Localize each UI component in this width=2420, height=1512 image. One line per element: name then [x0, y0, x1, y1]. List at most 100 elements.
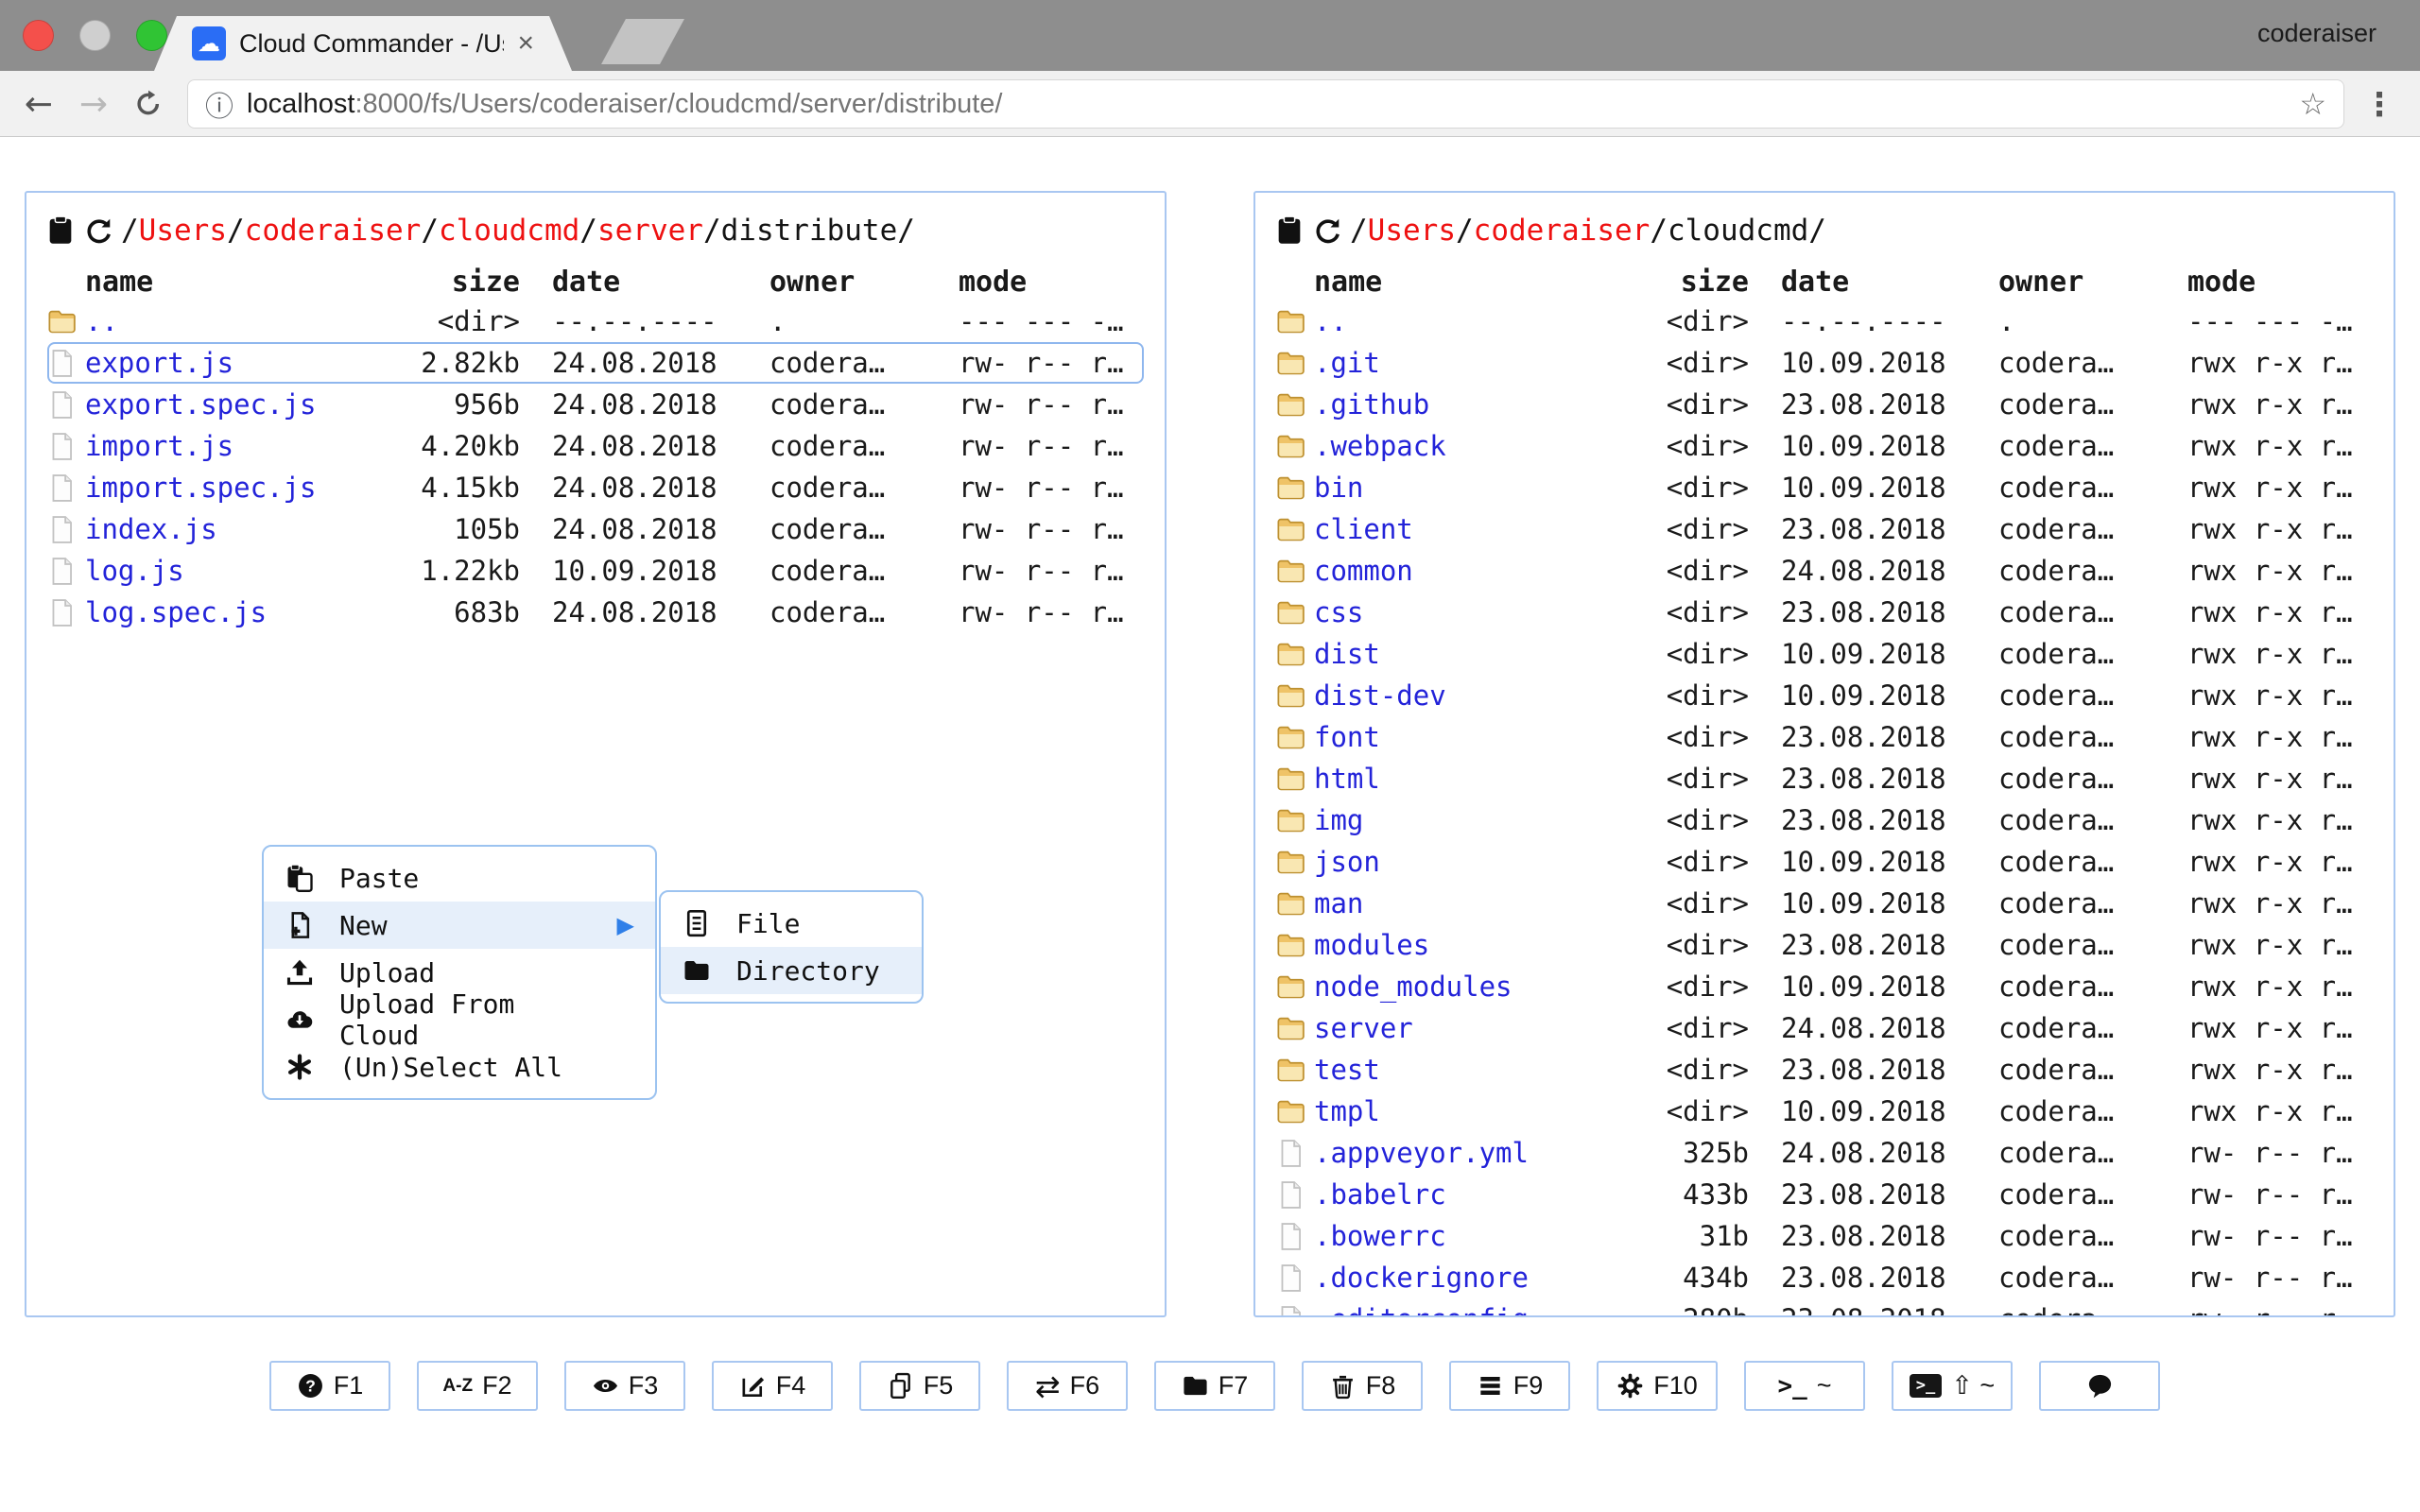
file-name-link[interactable]: client: [1314, 513, 1626, 545]
menu-item-paste[interactable]: Paste: [264, 854, 655, 902]
folder-row[interactable]: .git <dir> 10.09.2018 codera… rwx r-x r…: [1276, 342, 2373, 384]
menu-item-new[interactable]: New ▶: [264, 902, 655, 949]
folder-row[interactable]: node_modules <dir> 10.09.2018 codera… rw…: [1276, 966, 2373, 1007]
button-console-icon[interactable]: >_ ~: [1744, 1361, 1865, 1411]
path-segment[interactable]: server: [597, 214, 703, 248]
file-name-link[interactable]: css: [1314, 596, 1626, 628]
button-chat-icon[interactable]: [2039, 1361, 2160, 1411]
file-name-link[interactable]: modules: [1314, 929, 1626, 961]
folder-row[interactable]: css <dir> 23.08.2018 codera… rwx r-x r…: [1276, 592, 2373, 633]
folder-row[interactable]: .github <dir> 23.08.2018 codera… rwx r-x…: [1276, 384, 2373, 425]
file-name-link[interactable]: export.js: [85, 347, 397, 379]
button-f6[interactable]: ⇄ F6: [1007, 1361, 1128, 1411]
button-f9[interactable]: F9: [1449, 1361, 1570, 1411]
folder-row[interactable]: dist <dir> 10.09.2018 codera… rwx r-x r…: [1276, 633, 2373, 675]
file-name-link[interactable]: .github: [1314, 388, 1626, 421]
file-name-link[interactable]: test: [1314, 1054, 1626, 1086]
file-name-link[interactable]: json: [1314, 846, 1626, 878]
file-name-link[interactable]: server: [1314, 1012, 1626, 1044]
file-name-link[interactable]: ..: [1314, 305, 1626, 337]
file-row[interactable]: .editorconfig 280b 23.08.2018 codera… rw…: [1276, 1298, 2373, 1317]
menu-item-upload-from-cloud[interactable]: Upload From Cloud: [264, 996, 655, 1043]
button-f4[interactable]: F4: [712, 1361, 833, 1411]
folder-row[interactable]: client <dir> 23.08.2018 codera… rwx r-x …: [1276, 508, 2373, 550]
path-segment[interactable]: Users: [1368, 214, 1456, 248]
folder-row[interactable]: img <dir> 23.08.2018 codera… rwx r-x r…: [1276, 799, 2373, 841]
clipboard-icon[interactable]: [1274, 215, 1305, 246]
file-name-link[interactable]: .babelrc: [1314, 1178, 1626, 1211]
refresh-icon[interactable]: [1312, 215, 1342, 246]
file-name-link[interactable]: node_modules: [1314, 971, 1626, 1003]
file-row[interactable]: export.js 2.82kb 24.08.2018 codera… rw- …: [47, 342, 1144, 384]
tab-close-button[interactable]: ×: [517, 27, 534, 60]
file-row[interactable]: import.spec.js 4.15kb 24.08.2018 codera……: [47, 467, 1144, 508]
folder-row[interactable]: html <dir> 23.08.2018 codera… rwx r-x r…: [1276, 758, 2373, 799]
path-segment[interactable]: Users: [139, 214, 227, 248]
button-f8[interactable]: F8: [1302, 1361, 1423, 1411]
file-row[interactable]: .babelrc 433b 23.08.2018 codera… rw- r--…: [1276, 1174, 2373, 1215]
file-name-link[interactable]: .bowerrc: [1314, 1220, 1626, 1252]
file-name-link[interactable]: font: [1314, 721, 1626, 753]
new-tab-button[interactable]: [601, 19, 684, 64]
file-name-link[interactable]: img: [1314, 804, 1626, 836]
button-f1[interactable]: ? F1: [269, 1361, 390, 1411]
folder-row[interactable]: man <dir> 10.09.2018 codera… rwx r-x r…: [1276, 883, 2373, 924]
file-name-link[interactable]: log.spec.js: [85, 596, 397, 628]
info-icon[interactable]: ⓘ: [205, 83, 233, 125]
file-row[interactable]: import.js 4.20kb 24.08.2018 codera… rw- …: [47, 425, 1144, 467]
reload-icon[interactable]: [129, 84, 168, 124]
file-name-link[interactable]: man: [1314, 887, 1626, 919]
file-name-link[interactable]: export.spec.js: [85, 388, 397, 421]
file-name-link[interactable]: dist: [1314, 638, 1626, 670]
folder-row[interactable]: common <dir> 24.08.2018 codera… rwx r-x …: [1276, 550, 2373, 592]
browser-tab[interactable]: ☁ Cloud Commander - /Users/co ×: [154, 16, 572, 71]
forward-icon[interactable]: →: [74, 84, 113, 124]
file-name-link[interactable]: tmpl: [1314, 1095, 1626, 1127]
folder-row[interactable]: server <dir> 24.08.2018 codera… rwx r-x …: [1276, 1007, 2373, 1049]
file-row[interactable]: .dockerignore 434b 23.08.2018 codera… rw…: [1276, 1257, 2373, 1298]
close-window-button[interactable]: [23, 20, 54, 51]
folder-row[interactable]: font <dir> 23.08.2018 codera… rwx r-x r…: [1276, 716, 2373, 758]
file-name-link[interactable]: ..: [85, 305, 397, 337]
folder-row[interactable]: bin <dir> 10.09.2018 codera… rwx r-x r…: [1276, 467, 2373, 508]
file-row[interactable]: export.spec.js 956b 24.08.2018 codera… r…: [47, 384, 1144, 425]
file-name-link[interactable]: log.js: [85, 555, 397, 587]
profile-name[interactable]: coderaiser: [2257, 19, 2377, 48]
file-row[interactable]: log.spec.js 683b 24.08.2018 codera… rw- …: [47, 592, 1144, 633]
file-row[interactable]: log.js 1.22kb 10.09.2018 codera… rw- r--…: [47, 550, 1144, 592]
file-name-link[interactable]: .editorconfig: [1314, 1303, 1626, 1317]
path-segment[interactable]: cloudcmd: [439, 214, 579, 248]
path-segment[interactable]: coderaiser: [245, 214, 422, 248]
menu-item-directory[interactable]: Directory: [661, 947, 922, 994]
folder-row[interactable]: test <dir> 23.08.2018 codera… rwx r-x r…: [1276, 1049, 2373, 1091]
browser-menu-icon[interactable]: ⋮: [2363, 86, 2395, 124]
folder-row[interactable]: modules <dir> 23.08.2018 codera… rwx r-x…: [1276, 924, 2373, 966]
file-name-link[interactable]: .dockerignore: [1314, 1262, 1626, 1294]
button-f3[interactable]: F3: [564, 1361, 685, 1411]
button-f2[interactable]: A-Z F2: [417, 1361, 538, 1411]
folder-row[interactable]: dist-dev <dir> 10.09.2018 codera… rwx r-…: [1276, 675, 2373, 716]
file-name-link[interactable]: index.js: [85, 513, 397, 545]
button-f5[interactable]: F5: [859, 1361, 980, 1411]
file-name-link[interactable]: common: [1314, 555, 1626, 587]
button-terminal-icon[interactable]: >_ ⇧ ~: [1892, 1361, 2013, 1411]
refresh-icon[interactable]: [83, 215, 113, 246]
bookmark-star-icon[interactable]: ☆: [2299, 86, 2326, 122]
file-name-link[interactable]: import.js: [85, 430, 397, 462]
file-row[interactable]: .appveyor.yml 325b 24.08.2018 codera… rw…: [1276, 1132, 2373, 1174]
folder-row[interactable]: json <dir> 10.09.2018 codera… rwx r-x r…: [1276, 841, 2373, 883]
file-row[interactable]: .bowerrc 31b 23.08.2018 codera… rw- r-- …: [1276, 1215, 2373, 1257]
file-name-link[interactable]: html: [1314, 763, 1626, 795]
folder-row[interactable]: .webpack <dir> 10.09.2018 codera… rwx r-…: [1276, 425, 2373, 467]
button-f10[interactable]: F10: [1597, 1361, 1718, 1411]
path-segment[interactable]: coderaiser: [1474, 214, 1651, 248]
file-name-link[interactable]: .git: [1314, 347, 1626, 379]
clipboard-icon[interactable]: [45, 215, 76, 246]
folder-row[interactable]: .. <dir> --.--.---- . --- --- -…: [47, 301, 1144, 342]
file-row[interactable]: index.js 105b 24.08.2018 codera… rw- r--…: [47, 508, 1144, 550]
url-bar[interactable]: ⓘ localhost:8000/fs/Users/coderaiser/clo…: [187, 79, 2344, 129]
file-name-link[interactable]: import.spec.js: [85, 472, 397, 504]
file-name-link[interactable]: dist-dev: [1314, 679, 1626, 712]
zoom-window-button[interactable]: [136, 20, 167, 51]
folder-row[interactable]: .. <dir> --.--.---- . --- --- -…: [1276, 301, 2373, 342]
